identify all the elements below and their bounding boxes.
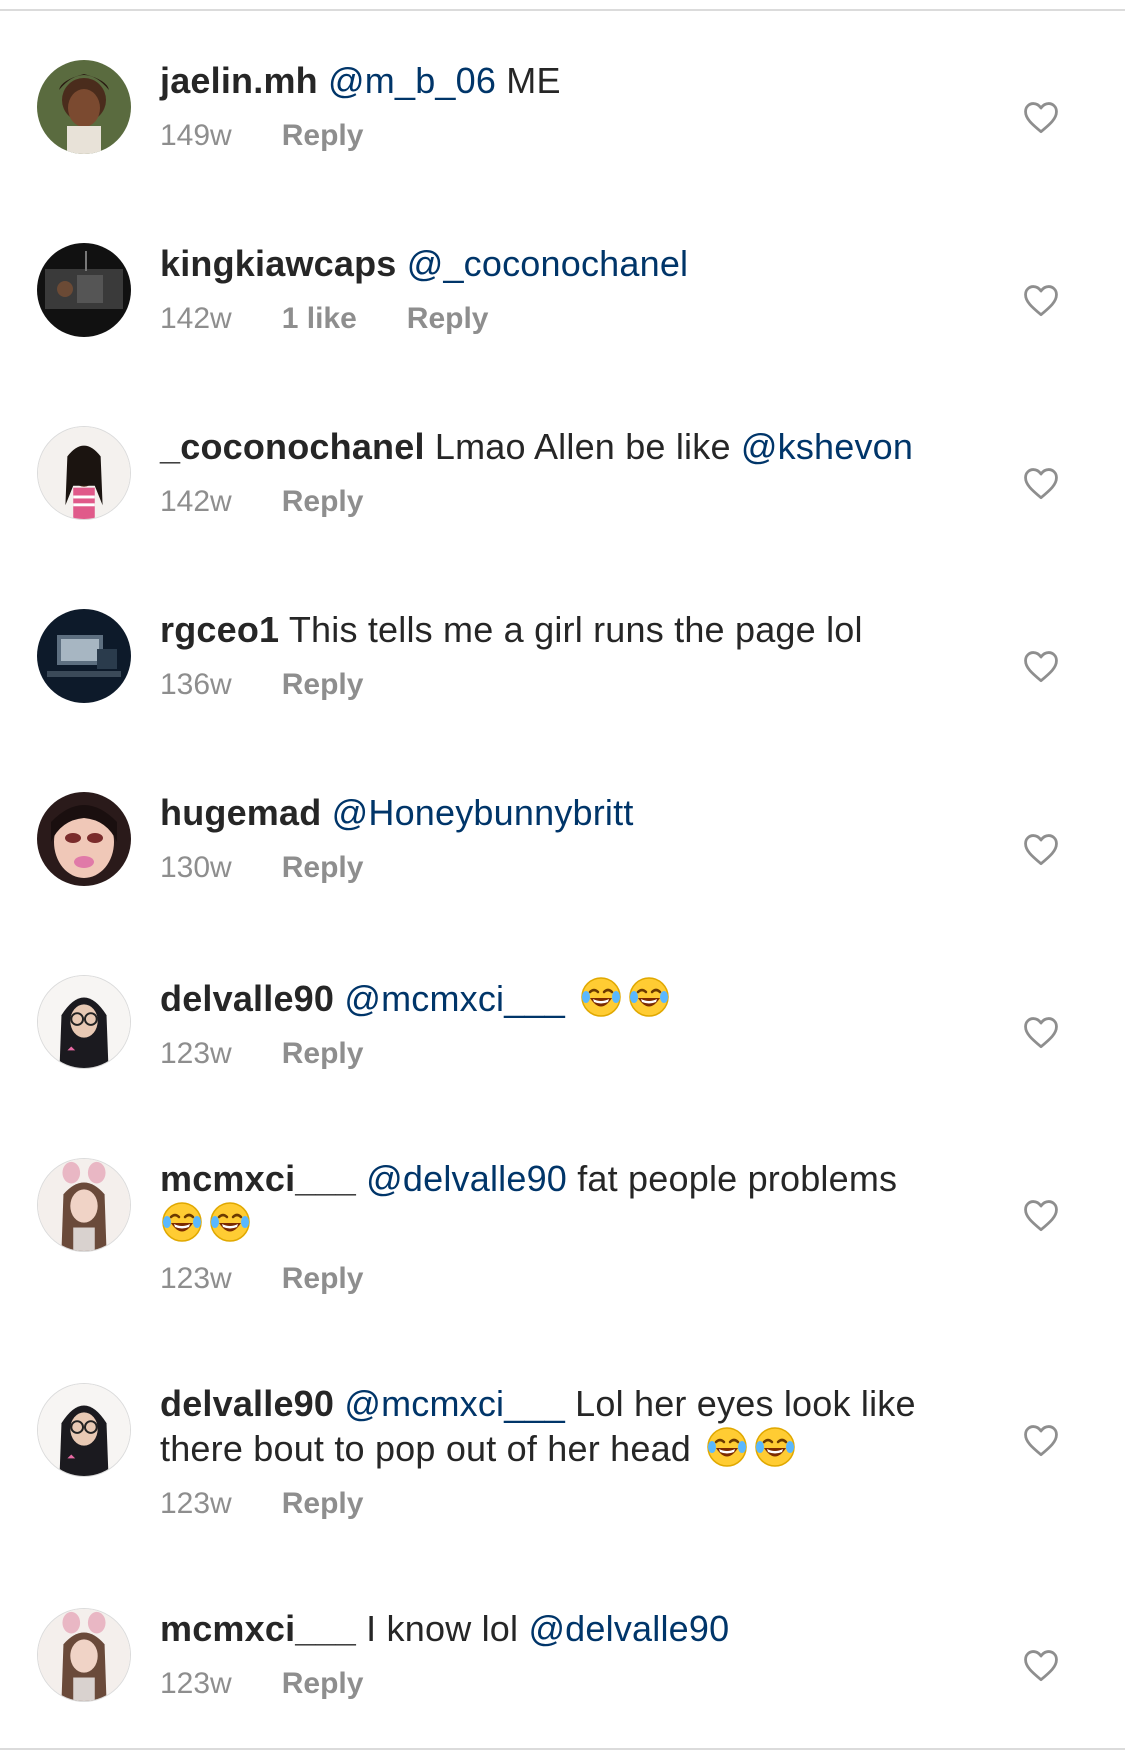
heart-icon[interactable] bbox=[1022, 1015, 1060, 1049]
comment-mention[interactable]: @kshevon bbox=[741, 426, 913, 467]
comment-age: 142w bbox=[160, 302, 232, 335]
comment-text: hugemad @Honeybunnybritt bbox=[160, 792, 950, 834]
comment-text: kingkiawcaps @_coconochanel bbox=[160, 243, 950, 285]
comment-mention[interactable]: @_coconochanel bbox=[407, 243, 689, 284]
avatar[interactable] bbox=[37, 975, 131, 1069]
comment-meta: 142w Reply bbox=[160, 484, 950, 520]
avatar[interactable] bbox=[37, 1608, 131, 1702]
comment-body: I know lol bbox=[366, 1608, 519, 1649]
reply-button[interactable]: Reply bbox=[282, 850, 364, 886]
avatar[interactable] bbox=[37, 243, 131, 337]
avatar[interactable] bbox=[37, 609, 131, 703]
comment-age: 123w bbox=[160, 1487, 232, 1520]
laughing-emoji-icon: 😂 bbox=[160, 1200, 204, 1244]
comment-age: 136w bbox=[160, 668, 232, 701]
laughing-emoji-icon: 😂 bbox=[208, 1200, 252, 1244]
comment-mention[interactable]: @Honeybunnybritt bbox=[332, 792, 634, 833]
comment-username[interactable]: jaelin.mh bbox=[160, 60, 318, 101]
comment-text: mcmxci___ I know lol @delvalle90 bbox=[160, 1608, 950, 1650]
laughing-emoji-icon: 😂 bbox=[579, 975, 623, 1019]
laughing-emoji-icon: 😂 bbox=[705, 1425, 749, 1469]
heart-icon[interactable] bbox=[1022, 1198, 1060, 1232]
comment-text: mcmxci___ @delvalle90 fat people problem… bbox=[160, 1158, 950, 1245]
reply-button[interactable]: Reply bbox=[282, 1486, 364, 1522]
avatar[interactable] bbox=[37, 1383, 131, 1477]
comment-username[interactable]: mcmxci___ bbox=[160, 1158, 356, 1199]
comment-mention[interactable]: @mcmxci___ bbox=[344, 1383, 565, 1424]
comment-text: delvalle90 @mcmxci___ 😂😂 bbox=[160, 975, 950, 1020]
avatar[interactable] bbox=[37, 792, 131, 886]
heart-icon[interactable] bbox=[1022, 1648, 1060, 1682]
comment-text: rgceo1 This tells me a girl runs the pag… bbox=[160, 609, 950, 651]
comment-body: This tells me a girl runs the page lol bbox=[288, 609, 863, 650]
laughing-emoji-icon: 😂 bbox=[627, 975, 671, 1019]
comment-body: Lmao Allen be like bbox=[434, 426, 731, 467]
comment-mention[interactable]: @delvalle90 bbox=[528, 1608, 729, 1649]
reply-button[interactable]: Reply bbox=[282, 484, 364, 520]
heart-icon[interactable] bbox=[1022, 832, 1060, 866]
comment-meta: 149w Reply bbox=[160, 118, 950, 154]
comment-age: 149w bbox=[160, 119, 232, 152]
laughing-emoji-icon: 😂 bbox=[753, 1425, 797, 1469]
comment-meta: 123w Reply bbox=[160, 1666, 950, 1702]
comment-body: fat people problems bbox=[577, 1158, 898, 1199]
comment-meta: 123w Reply bbox=[160, 1036, 950, 1072]
comment-mention[interactable]: @m_b_06 bbox=[328, 60, 496, 101]
heart-icon[interactable] bbox=[1022, 466, 1060, 500]
heart-icon[interactable] bbox=[1022, 283, 1060, 317]
comment-age: 142w bbox=[160, 485, 232, 518]
comment-username[interactable]: mcmxci___ bbox=[160, 1608, 356, 1649]
comment-meta: 123w Reply bbox=[160, 1486, 950, 1522]
comment-age: 130w bbox=[160, 851, 232, 884]
reply-button[interactable]: Reply bbox=[407, 301, 489, 337]
comment-body: ME bbox=[506, 60, 561, 101]
avatar[interactable] bbox=[37, 426, 131, 520]
comment-meta: 136w Reply bbox=[160, 667, 950, 703]
comment-age: 123w bbox=[160, 1262, 232, 1295]
heart-icon[interactable] bbox=[1022, 649, 1060, 683]
reply-button[interactable]: Reply bbox=[282, 1666, 364, 1702]
reply-button[interactable]: Reply bbox=[282, 667, 364, 703]
comment-text: jaelin.mh @m_b_06 ME bbox=[160, 60, 950, 102]
reply-button[interactable]: Reply bbox=[282, 1261, 364, 1297]
heart-icon[interactable] bbox=[1022, 100, 1060, 134]
heart-icon[interactable] bbox=[1022, 1423, 1060, 1457]
reply-button[interactable]: Reply bbox=[282, 1036, 364, 1072]
avatar[interactable] bbox=[37, 1158, 131, 1252]
avatar[interactable] bbox=[37, 60, 131, 154]
comment-username[interactable]: kingkiawcaps bbox=[160, 243, 397, 284]
comment-username[interactable]: rgceo1 bbox=[160, 609, 279, 650]
comment-meta: 123w Reply bbox=[160, 1261, 950, 1297]
like-count[interactable]: 1 like bbox=[282, 301, 357, 337]
comment-text: delvalle90 @mcmxci___ Lol her eyes look … bbox=[160, 1383, 950, 1470]
comment-mention[interactable]: @delvalle90 bbox=[366, 1158, 567, 1199]
comment-mention[interactable]: @mcmxci___ bbox=[344, 978, 565, 1019]
comment-age: 123w bbox=[160, 1037, 232, 1070]
comment-username[interactable]: delvalle90 bbox=[160, 978, 334, 1019]
comment-username[interactable]: delvalle90 bbox=[160, 1383, 334, 1424]
comment-meta: 142w 1 like Reply bbox=[160, 301, 950, 337]
reply-button[interactable]: Reply bbox=[282, 118, 364, 154]
comment-username[interactable]: _coconochanel bbox=[160, 426, 425, 467]
top-divider bbox=[0, 9, 1125, 11]
bottom-divider bbox=[0, 1748, 1125, 1750]
comment-username[interactable]: hugemad bbox=[160, 792, 321, 833]
comment-text: _coconochanel Lmao Allen be like @kshevo… bbox=[160, 426, 950, 468]
comment-meta: 130w Reply bbox=[160, 850, 950, 886]
comment-age: 123w bbox=[160, 1667, 232, 1700]
